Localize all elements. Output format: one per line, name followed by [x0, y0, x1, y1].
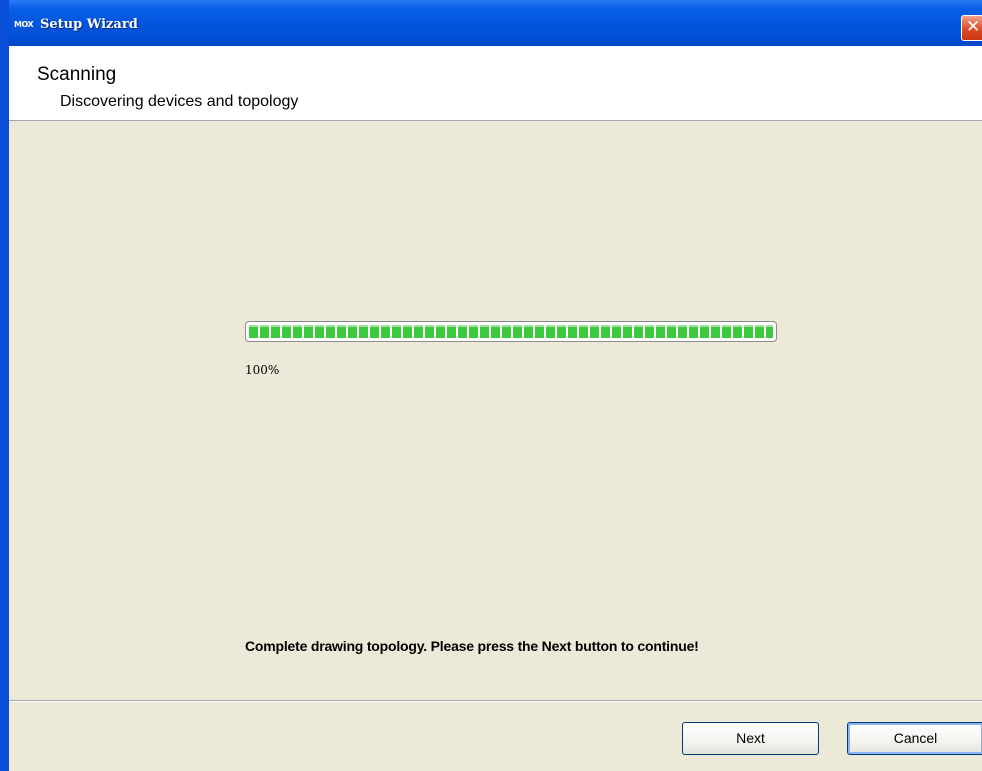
step-title: Scanning — [37, 64, 117, 85]
setup-wizard-window: MOX Setup Wizard ✕ Scanning Discovering … — [0, 0, 982, 771]
footer-divider — [9, 700, 982, 702]
step-subtitle: Discovering devices and topology — [60, 93, 299, 110]
close-icon: ✕ — [966, 17, 981, 37]
status-message: Complete drawing topology. Please press … — [245, 638, 699, 654]
scan-progress-bar — [245, 321, 777, 342]
next-button[interactable]: Next — [682, 722, 819, 755]
close-button[interactable]: ✕ — [961, 15, 982, 41]
progress-percent-label: 100% — [245, 363, 280, 377]
title-bar[interactable]: MOX Setup Wizard ✕ — [9, 0, 982, 46]
app-icon: MOX — [14, 20, 34, 29]
wizard-header: Scanning Discovering devices and topolog… — [9, 46, 982, 121]
progress-fill — [249, 325, 773, 338]
cancel-button[interactable]: Cancel — [847, 722, 982, 755]
window-title: Setup Wizard — [40, 17, 138, 32]
progress-track — [249, 325, 773, 338]
